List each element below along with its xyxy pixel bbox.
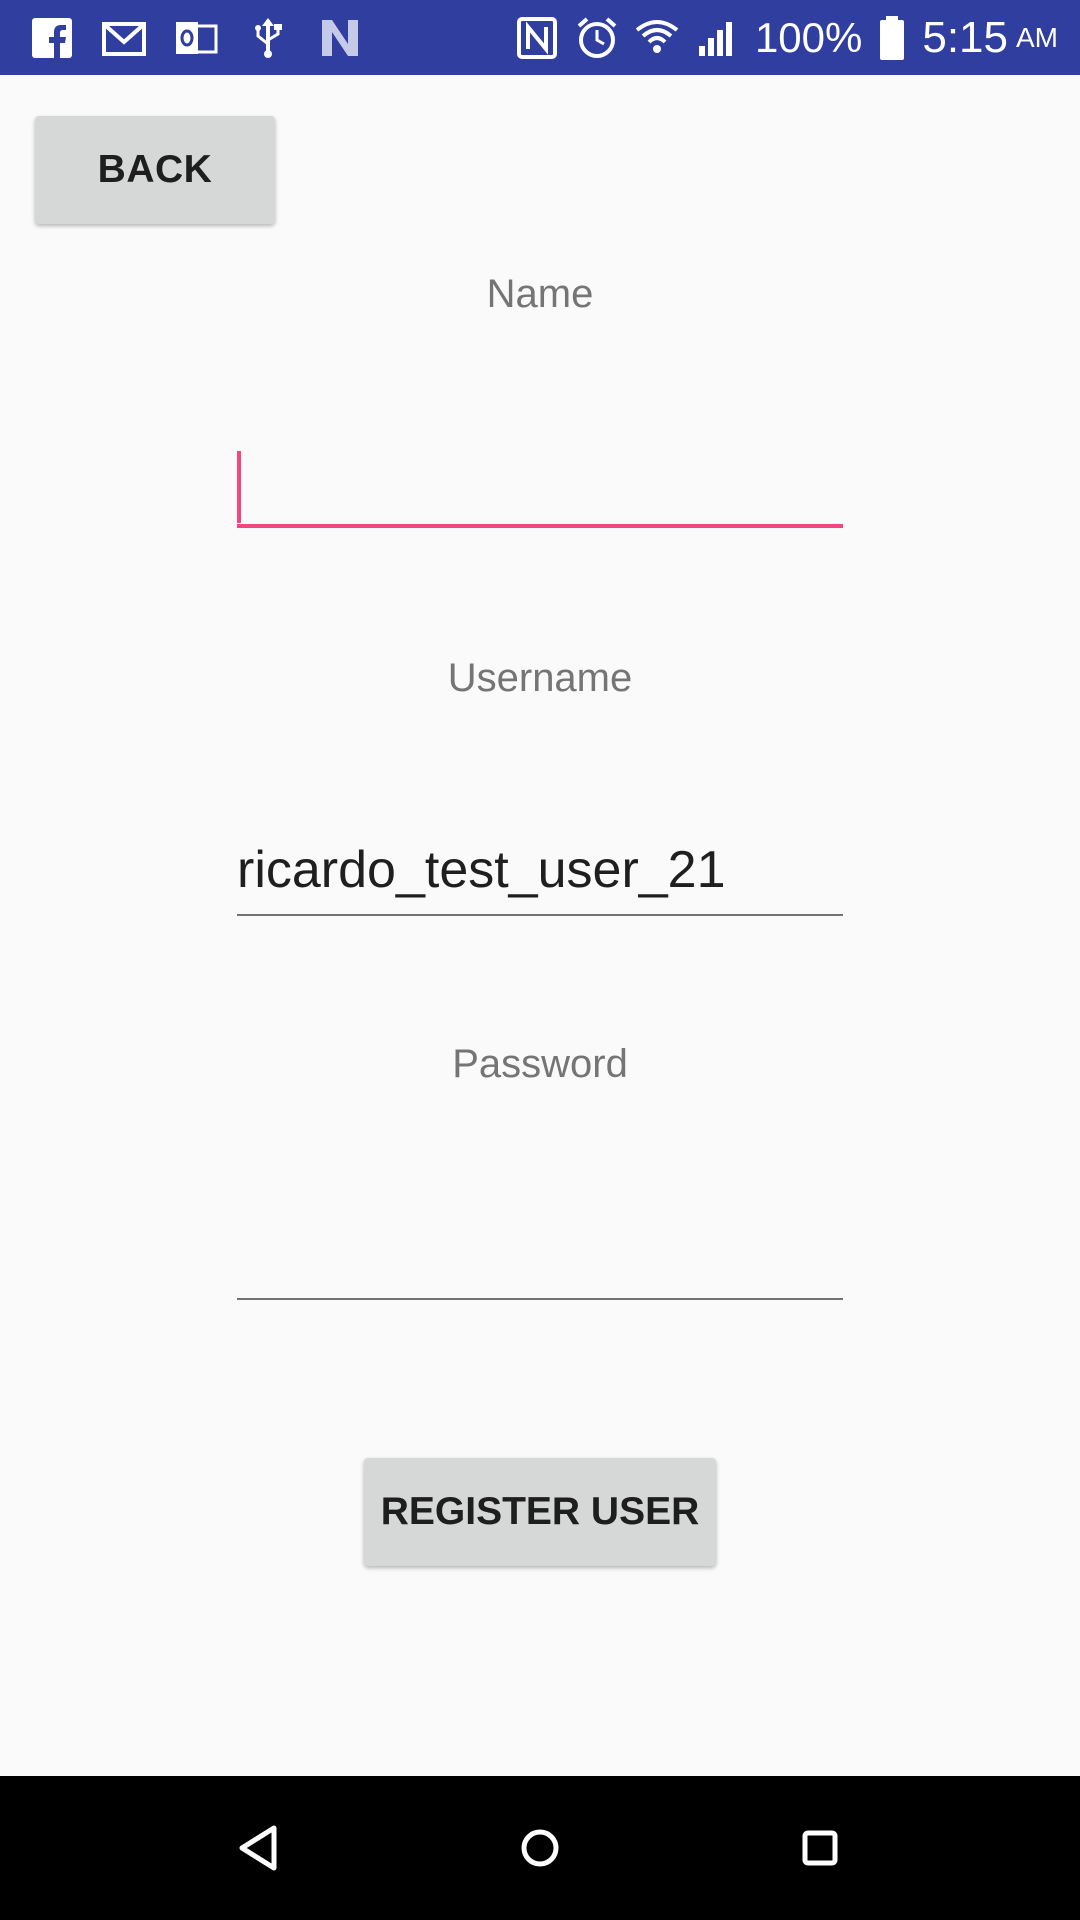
register-user-button[interactable]: REGISTER USER	[364, 1458, 716, 1566]
nav-back-button[interactable]	[224, 1812, 296, 1884]
wifi-icon	[635, 16, 679, 60]
password-label: Password	[452, 1042, 628, 1086]
back-triangle-icon	[239, 1825, 277, 1871]
clock-ampm: AM	[1016, 22, 1058, 53]
navigation-bar	[0, 1776, 1080, 1920]
alarm-icon	[575, 16, 619, 60]
notification-icons	[30, 0, 362, 75]
nav-recents-button[interactable]	[784, 1812, 856, 1884]
home-circle-icon	[521, 1829, 559, 1867]
signal-icon	[695, 16, 739, 60]
text-cursor	[237, 451, 241, 523]
username-label: Username	[447, 656, 633, 700]
name-label: Name	[486, 272, 594, 316]
outlook-icon	[174, 16, 218, 60]
usb-icon	[246, 16, 290, 60]
battery-percent: 100%	[754, 14, 863, 61]
n-icon	[318, 16, 362, 60]
clock-time: 5:15	[922, 13, 1008, 62]
nfc-icon	[515, 16, 559, 60]
system-icons: 100% 5:15 AM	[515, 0, 1058, 75]
facebook-icon	[30, 16, 74, 60]
nav-home-button[interactable]	[504, 1812, 576, 1884]
name-field[interactable]	[237, 438, 843, 528]
recents-square-icon	[802, 1830, 838, 1866]
back-button[interactable]: BACK	[35, 116, 275, 224]
gmail-icon	[102, 16, 146, 60]
battery-icon	[878, 15, 906, 60]
username-field[interactable]	[237, 826, 843, 916]
password-field[interactable]	[237, 1210, 843, 1300]
status-bar: 100% 5:15 AM	[0, 0, 1080, 75]
